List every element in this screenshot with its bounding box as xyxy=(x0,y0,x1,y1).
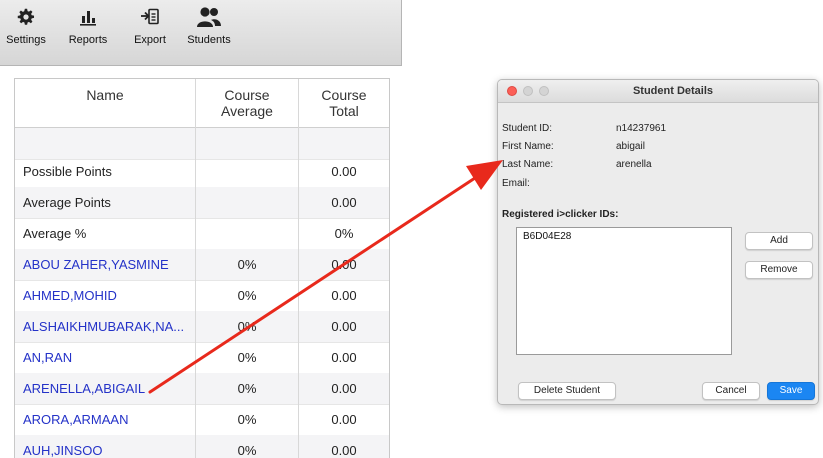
annotation-arrow xyxy=(148,160,503,394)
arrow-shaft xyxy=(148,176,477,394)
arrow-head xyxy=(466,160,503,190)
